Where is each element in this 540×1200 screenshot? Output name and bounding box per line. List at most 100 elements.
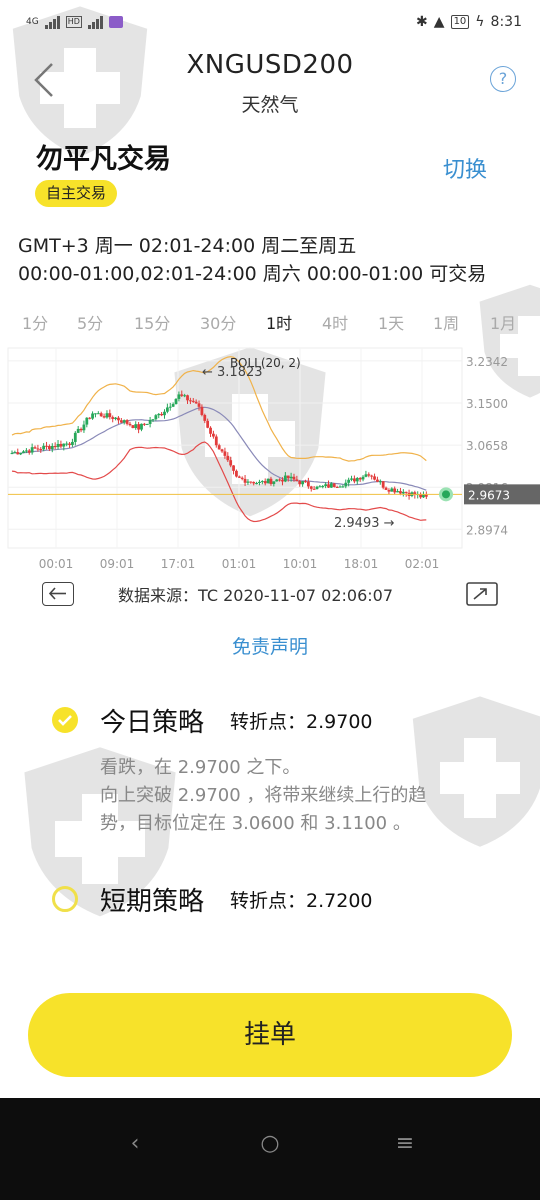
tab-1h[interactable]: 1时 [266,310,292,334]
candle-body [10,453,14,455]
tab-30m[interactable]: 30分 [200,310,236,334]
candle-body [19,453,23,455]
candle-body [272,481,276,484]
candle-body [160,413,164,416]
candle-body [355,478,359,482]
candle-body [370,475,374,477]
candle-body [163,411,166,416]
tab-1d[interactable]: 1天 [378,310,404,334]
candle-body [119,420,123,423]
candle-body [258,481,261,484]
candle-body [404,491,408,493]
trading-hours: GMT+3 周一 02:01-24:00 周二至周五 00:00-01:00,0… [18,232,486,288]
candle-body [361,476,365,480]
plan-title: 今日策略 [100,707,205,738]
data-source: 数据来源：TC 2020-11-07 02:06:07 [118,586,394,605]
plan-short-term[interactable]: 短期策略 转折点：2.7200 [52,879,512,919]
candle-body [329,483,333,488]
candle-body [252,481,256,484]
place-order-button[interactable]: 挂单 [28,993,512,1077]
candle-body [125,420,129,424]
tab-15m[interactable]: 15分 [134,310,170,334]
tab-4h[interactable]: 4时 [322,310,348,334]
y-tick-label: 3.2342 [466,355,508,369]
candle-body [235,470,238,477]
candle-body [318,486,322,488]
arrow-left-icon [48,587,66,600]
plan-today[interactable]: 今日策略 转折点：2.9700 看跌，在 2.9700 之下。 向上突破 2.9… [52,700,512,838]
candle-body [220,449,224,452]
strategy-name: 勿平凡交易 [36,144,171,175]
candle-body [399,491,402,494]
candle-body [315,486,319,490]
candle-body [68,443,71,445]
tab-1w[interactable]: 1周 [433,310,459,334]
candle-body [53,446,57,448]
candle-body [396,491,399,493]
plan-description: 看跌，在 2.9700 之下。 向上突破 2.9700 ，将带来继续上行的趋 势… [100,754,512,838]
candle-body [344,482,348,487]
chart-back-button[interactable] [42,582,74,606]
candle-body [393,488,397,493]
candle-body [102,416,106,418]
y-tick-label: 2.8974 [466,523,508,537]
candle-body [128,423,132,426]
candle-body [338,486,342,488]
candle-body [286,475,290,479]
candle-body [188,400,192,402]
plan-line: 看跌，在 2.9700 之下。 [100,757,301,778]
candle-body [79,428,83,431]
candle-body [45,445,48,447]
boll-lower-band [11,441,427,523]
last-price-label: 2.9673 [468,488,510,502]
candle-body [275,479,279,482]
candle-body [364,474,368,477]
signal-icon [44,15,60,29]
candle-body [177,394,181,399]
nav-back-icon[interactable]: ‹ [115,1124,155,1164]
help-button[interactable]: ? [490,66,516,92]
fullscreen-button[interactable] [466,582,498,606]
candle-body [226,455,230,461]
candle-body [422,494,425,498]
candle-body [99,413,103,417]
price-chart[interactable]: 3.23423.15003.06582.98162.897400:0109:01… [0,340,540,576]
candle-body [22,451,25,454]
y-tick-label: 3.1500 [466,397,508,411]
candle-body [327,484,330,488]
candle-body [269,478,273,484]
candle-body [56,443,60,448]
candle-body [48,446,51,450]
candle-body [191,400,195,402]
high-marker-label: ← 3.1823 [202,365,263,380]
candle-body [312,488,316,490]
candle-body [180,394,184,396]
charging-icon: ϟ [475,14,485,30]
radio-checked-icon[interactable] [52,707,78,733]
switch-button[interactable]: 切换 [443,152,487,184]
tab-1m[interactable]: 1分 [22,310,48,334]
trading-hours-line-1: GMT+3 周一 02:01-24:00 周二至周五 [18,235,357,257]
candle-body [13,452,17,454]
plan-pivot: 转折点：2.7200 [230,889,373,912]
candle-body [309,486,313,489]
disclaimer-link[interactable]: 免责声明 [0,632,540,659]
nav-menu-icon[interactable]: ≡ [385,1124,425,1164]
x-tick-label: 17:01 [161,557,196,571]
signal-2-icon [87,15,103,29]
candle-body [209,427,212,434]
nav-home-icon[interactable]: ○ [250,1124,290,1164]
candle-body [114,417,117,419]
candle-body [347,479,351,483]
tab-5m[interactable]: 5分 [77,310,103,334]
candle-body [137,424,141,430]
tab-1mo[interactable]: 1月 [490,310,516,334]
candle-body [140,423,143,430]
candle-body [353,478,356,482]
radio-unchecked-icon[interactable] [52,886,78,912]
candle-body [240,477,244,479]
candle-body [151,419,155,421]
candle-body [131,425,135,429]
candle-body [217,445,221,450]
candle-body [76,428,80,433]
